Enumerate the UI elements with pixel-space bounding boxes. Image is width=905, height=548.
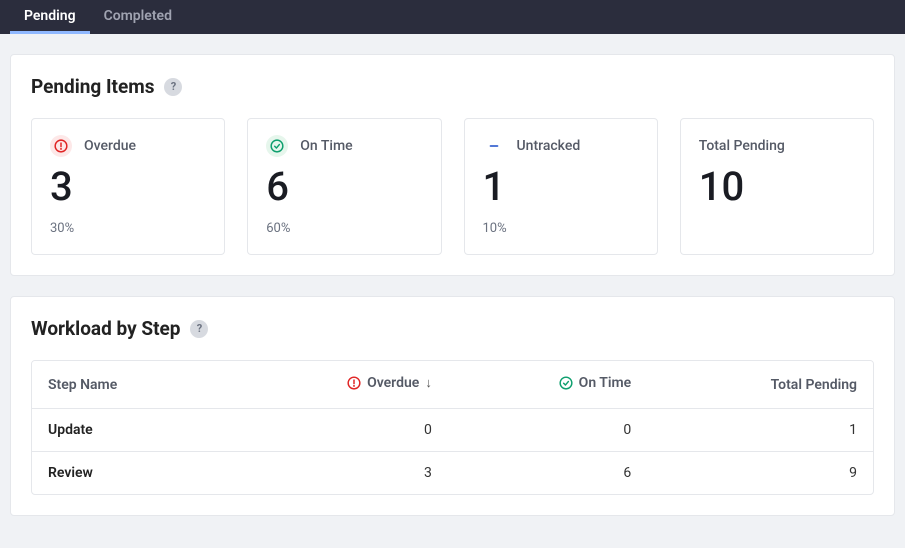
stat-pct-untracked: 10% <box>483 221 639 236</box>
stat-card-untracked: Untracked 1 10% <box>464 118 658 255</box>
help-icon[interactable]: ? <box>190 320 208 338</box>
stat-pct-overdue: 30% <box>50 221 206 236</box>
tab-bar: Pending Completed <box>0 0 905 34</box>
col-step-name[interactable]: Step Name <box>32 361 225 409</box>
cell-total: 1 <box>647 409 873 452</box>
dash-icon <box>483 135 505 157</box>
cell-total: 9 <box>647 452 873 494</box>
stat-card-ontime: On Time 6 60% <box>247 118 441 255</box>
table-header-row: Step Name Overdue ↓ <box>32 361 873 409</box>
col-total-pending[interactable]: Total Pending <box>647 361 873 409</box>
stat-pct-ontime: 60% <box>266 221 422 236</box>
cell-ontime: 6 <box>448 452 647 494</box>
stat-label-ontime: On Time <box>300 138 352 154</box>
tab-completed[interactable]: Completed <box>90 0 186 34</box>
workload-table: Step Name Overdue ↓ <box>31 360 874 495</box>
stat-label-untracked: Untracked <box>517 138 581 154</box>
workload-title: Workload by Step <box>31 317 180 340</box>
stat-label-total: Total Pending <box>699 138 785 154</box>
stat-value-untracked: 1 <box>483 167 639 207</box>
stat-value-ontime: 6 <box>266 167 422 207</box>
cell-step: Review <box>32 452 225 494</box>
workload-card: Workload by Step ? Step Name <box>10 296 895 516</box>
cell-step: Update <box>32 409 225 452</box>
cell-ontime: 0 <box>448 409 647 452</box>
check-circle-icon <box>266 135 288 157</box>
pending-items-title: Pending Items <box>31 75 154 98</box>
tab-pending[interactable]: Pending <box>10 0 90 34</box>
pending-items-card: Pending Items ? Overdue 3 30% <box>10 54 895 276</box>
check-circle-icon <box>559 376 573 390</box>
cell-overdue: 3 <box>225 452 448 494</box>
col-overdue[interactable]: Overdue ↓ <box>225 361 448 409</box>
table-row[interactable]: Update 0 0 1 <box>32 409 873 452</box>
stat-label-overdue: Overdue <box>84 138 136 154</box>
col-ontime[interactable]: On Time <box>448 361 647 409</box>
stat-card-total: Total Pending 10 <box>680 118 874 255</box>
alert-circle-icon <box>50 135 72 157</box>
stat-card-overdue: Overdue 3 30% <box>31 118 225 255</box>
stat-value-total: 10 <box>699 167 855 207</box>
table-row[interactable]: Review 3 6 9 <box>32 452 873 494</box>
sort-descending-icon: ↓ <box>425 375 432 391</box>
alert-circle-icon <box>347 376 361 390</box>
cell-overdue: 0 <box>225 409 448 452</box>
help-icon[interactable]: ? <box>164 78 182 96</box>
stat-value-overdue: 3 <box>50 167 206 207</box>
